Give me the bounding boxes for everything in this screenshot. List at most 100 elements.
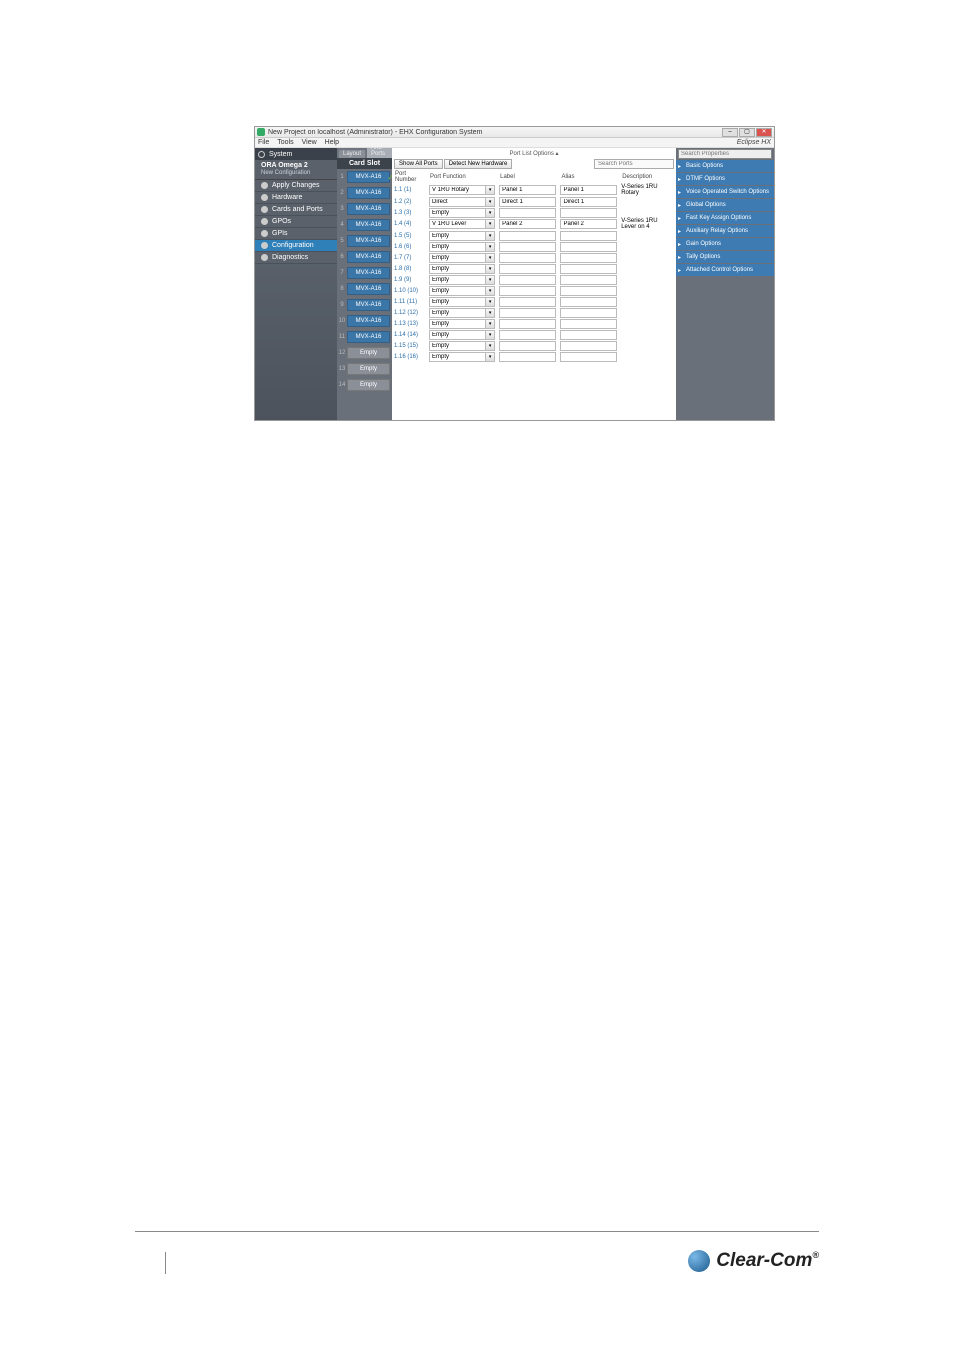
port-alias-input[interactable] <box>560 275 617 285</box>
port-alias-input[interactable] <box>560 242 617 252</box>
port-label-input[interactable] <box>499 231 556 241</box>
port-alias-input[interactable] <box>560 231 617 241</box>
dropdown-icon[interactable]: ▾ <box>485 231 495 241</box>
port-alias-input[interactable] <box>560 197 617 207</box>
port-alias-input[interactable] <box>560 264 617 274</box>
property-section-gain-options[interactable]: Gain Options <box>676 238 774 250</box>
nav-item-gpos[interactable]: GPOs <box>255 216 337 228</box>
property-section-attached-control-options[interactable]: Attached Control Options <box>676 264 774 276</box>
card-slot[interactable]: 10MVX-A16 <box>337 314 390 328</box>
port-function-select[interactable] <box>429 219 485 229</box>
menu-help[interactable]: Help <box>325 139 339 146</box>
property-section-fast-key-assign-options[interactable]: Fast Key Assign Options <box>676 212 774 224</box>
dropdown-icon[interactable]: ▾ <box>485 286 495 296</box>
show-all-ports-button[interactable]: Show All Ports <box>394 159 443 169</box>
dropdown-icon[interactable]: ▾ <box>485 264 495 274</box>
port-label-input[interactable] <box>499 185 556 195</box>
port-label-input[interactable] <box>499 352 556 362</box>
dropdown-icon[interactable]: ▾ <box>485 308 495 318</box>
port-label-input[interactable] <box>499 264 556 274</box>
card-slot-card[interactable]: MVX-A16 <box>347 187 390 199</box>
port-alias-input[interactable] <box>560 185 617 195</box>
card-slot[interactable]: 8MVX-A16 <box>337 282 390 296</box>
port-alias-input[interactable] <box>560 219 617 229</box>
card-slot-card[interactable]: MVX-A16 <box>347 315 390 327</box>
port-label-input[interactable] <box>499 341 556 351</box>
nav-system-header[interactable]: System <box>255 148 337 160</box>
port-list-options-toggle[interactable]: Port List Options ▴ <box>509 150 558 157</box>
property-section-global-options[interactable]: Global Options <box>676 199 774 211</box>
port-alias-input[interactable] <box>560 253 617 263</box>
port-function-select[interactable] <box>429 264 485 274</box>
tab-layout[interactable]: Layout <box>339 150 365 158</box>
dropdown-icon[interactable]: ▾ <box>485 297 495 307</box>
nav-item-gpis[interactable]: GPIs <box>255 228 337 240</box>
col-alias[interactable]: Alias <box>558 170 619 184</box>
col-port-number[interactable]: Port Number <box>392 170 427 184</box>
port-function-select[interactable] <box>429 197 485 207</box>
property-section-dtmf-options[interactable]: DTMF Options <box>676 173 774 185</box>
nav-item-apply-changes[interactable]: Apply Changes <box>255 180 337 192</box>
port-function-select[interactable] <box>429 275 485 285</box>
dropdown-icon[interactable]: ▾ <box>485 253 495 263</box>
maximize-button[interactable]: ▢ <box>739 128 755 137</box>
port-function-select[interactable] <box>429 242 485 252</box>
port-label-input[interactable] <box>499 308 556 318</box>
card-slot[interactable]: 4MVX-A16 <box>337 218 390 232</box>
card-slot-card[interactable]: MVX-A16 <box>347 171 390 183</box>
search-ports-input[interactable] <box>594 159 674 169</box>
port-label-input[interactable] <box>499 253 556 263</box>
dropdown-icon[interactable]: ▾ <box>485 319 495 329</box>
dropdown-icon[interactable]: ▾ <box>485 219 495 229</box>
card-slot-empty[interactable]: Empty <box>347 363 390 375</box>
card-slot-card[interactable]: MVX-A16 <box>347 331 390 343</box>
property-section-basic-options[interactable]: Basic Options <box>676 160 774 172</box>
port-function-select[interactable] <box>429 286 485 296</box>
dropdown-icon[interactable]: ▾ <box>485 352 495 362</box>
card-slot[interactable]: 3MVX-A16 <box>337 202 390 216</box>
port-label-input[interactable] <box>499 297 556 307</box>
tab-cards-and-ports[interactable]: Cards And Ports <box>367 148 392 158</box>
card-slot-card[interactable]: MVX-A16 <box>347 283 390 295</box>
port-alias-input[interactable] <box>560 341 617 351</box>
card-slot-card[interactable]: MVX-A16 <box>347 267 390 279</box>
nav-item-configuration[interactable]: Configuration <box>255 240 337 252</box>
card-slot-empty[interactable]: Empty <box>347 347 390 359</box>
port-label-input[interactable] <box>499 197 556 207</box>
port-label-input[interactable] <box>499 319 556 329</box>
nav-item-hardware[interactable]: Hardware <box>255 192 337 204</box>
port-alias-input[interactable] <box>560 330 617 340</box>
port-alias-input[interactable] <box>560 286 617 296</box>
nav-item-cards-and-ports[interactable]: Cards and Ports <box>255 204 337 216</box>
menu-file[interactable]: File <box>258 139 269 146</box>
port-label-input[interactable] <box>499 242 556 252</box>
card-slot[interactable]: 5MVX-A16 <box>337 234 390 248</box>
port-alias-input[interactable] <box>560 297 617 307</box>
port-label-input[interactable] <box>499 208 556 218</box>
port-function-select[interactable] <box>429 341 485 351</box>
card-slot-card[interactable]: MVX-A16 <box>347 235 390 247</box>
port-function-select[interactable] <box>429 330 485 340</box>
port-function-select[interactable] <box>429 308 485 318</box>
card-slot-card[interactable]: MVX-A16 <box>347 219 390 231</box>
card-slot[interactable]: 14Empty <box>337 378 390 392</box>
minimize-button[interactable]: – <box>722 128 738 137</box>
menu-tools[interactable]: Tools <box>277 139 293 146</box>
port-function-select[interactable] <box>429 297 485 307</box>
port-function-select[interactable] <box>429 185 485 195</box>
dropdown-icon[interactable]: ▾ <box>485 208 495 218</box>
card-slot[interactable]: 6MVX-A16 <box>337 250 390 264</box>
nav-item-diagnostics[interactable]: Diagnostics <box>255 252 337 264</box>
col-port-function[interactable]: Port Function <box>427 170 497 184</box>
dropdown-icon[interactable]: ▾ <box>485 341 495 351</box>
port-function-select[interactable] <box>429 352 485 362</box>
dropdown-icon[interactable]: ▾ <box>485 275 495 285</box>
dropdown-icon[interactable]: ▾ <box>485 185 495 195</box>
property-section-auxiliary-relay-options[interactable]: Auxiliary Relay Options <box>676 225 774 237</box>
card-slot[interactable]: 7MVX-A16 <box>337 266 390 280</box>
dropdown-icon[interactable]: ▾ <box>485 330 495 340</box>
card-slot[interactable]: 9MVX-A16 <box>337 298 390 312</box>
col-description[interactable]: Description <box>619 170 676 184</box>
card-slot[interactable]: 12Empty <box>337 346 390 360</box>
port-alias-input[interactable] <box>560 208 617 218</box>
